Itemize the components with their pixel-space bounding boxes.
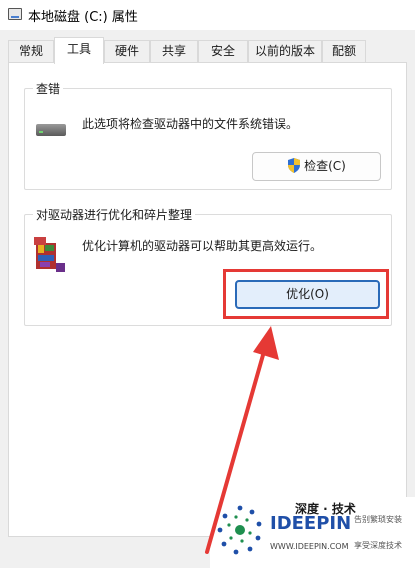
watermark-brand-en: IDEEPIN bbox=[270, 513, 352, 534]
hard-drive-icon bbox=[36, 124, 66, 136]
highlight-box bbox=[223, 269, 389, 319]
error-check-description: 此选项将检查驱动器中的文件系统错误。 bbox=[82, 117, 299, 131]
watermark-url: WWW.IDEEPIN.COM bbox=[270, 542, 349, 551]
window-title: 本地磁盘 (C:) 属性 bbox=[28, 10, 138, 25]
check-button-label: 检查(C) bbox=[304, 159, 346, 173]
tab-hardware[interactable]: 硬件 bbox=[104, 40, 150, 62]
ideepin-logo-icon bbox=[217, 505, 262, 555]
tab-security[interactable]: 安全 bbox=[198, 40, 248, 62]
title-bar[interactable]: 本地磁盘 (C:) 属性 bbox=[0, 0, 415, 30]
watermark-slogan-1: 告别繁琐安装 bbox=[354, 515, 402, 524]
tab-general[interactable]: 常规 bbox=[8, 40, 54, 62]
check-button[interactable]: 检查(C) bbox=[252, 152, 381, 181]
error-check-title: 查错 bbox=[33, 80, 64, 97]
watermark-slogan-2: 享受深度技术 bbox=[354, 541, 402, 550]
drive-window-icon bbox=[8, 8, 22, 20]
tab-quota[interactable]: 配额 bbox=[322, 40, 366, 62]
tab-previous-versions[interactable]: 以前的版本 bbox=[248, 40, 322, 62]
tab-tools[interactable]: 工具 bbox=[54, 37, 104, 64]
optimize-description: 优化计算机的驱动器可以帮助其更高效运行。 bbox=[82, 239, 323, 253]
shield-icon bbox=[288, 158, 301, 173]
optimize-title: 对驱动器进行优化和碎片整理 bbox=[33, 206, 196, 223]
defrag-icon bbox=[34, 237, 65, 272]
tab-sharing[interactable]: 共享 bbox=[150, 40, 198, 62]
